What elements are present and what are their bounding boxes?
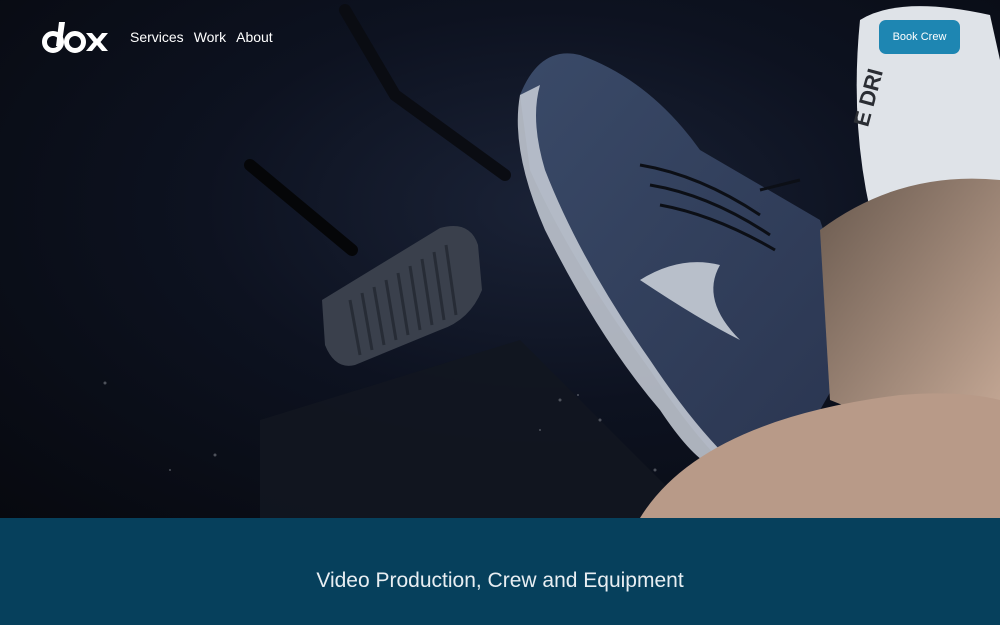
nav-link-work[interactable]: Work	[194, 28, 226, 46]
hero-image: E DRI Services Work About Book Crew	[0, 0, 1000, 518]
dox-logo-icon	[42, 22, 108, 53]
leg	[820, 178, 1000, 430]
hero-scene: E DRI	[103, 4, 1000, 518]
pedal-arm	[244, 159, 358, 256]
nav-link-services[interactable]: Services	[130, 28, 184, 46]
nav-links: Services Work About	[130, 28, 273, 46]
top-navigation: Services Work About Book Crew	[0, 0, 1000, 75]
book-crew-button[interactable]: Book Crew	[879, 20, 960, 54]
section-title: Video Production, Crew and Equipment	[316, 569, 684, 592]
dox-logo[interactable]	[42, 20, 108, 54]
nav-link-about[interactable]: About	[236, 28, 273, 46]
